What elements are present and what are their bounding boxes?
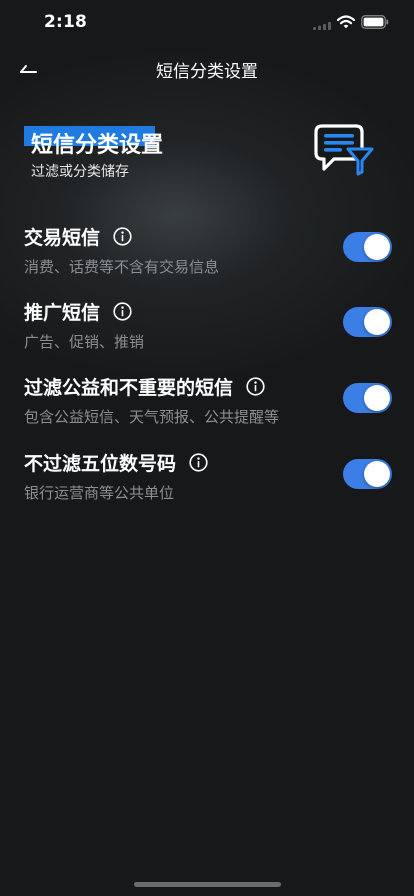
setting-description: 消费、话费等不含有交易信息 (24, 258, 220, 276)
setting-title-line: 推广短信 (24, 298, 132, 324)
toggle-knob (364, 234, 390, 260)
setting-description: 包含公益短信、天气预报、公共提醒等 (24, 408, 280, 426)
battery-icon (361, 15, 389, 29)
promotional-sms-toggle[interactable] (343, 307, 392, 337)
setting-title-line: 过滤公益和不重要的短信 (24, 373, 265, 399)
toggle-knob (364, 309, 390, 335)
info-icon[interactable] (113, 301, 132, 321)
screen: 2:18 短信分类设置 短信分类设置 过滤或分类储存 交易短信 消费、话费等不含… (0, 0, 414, 896)
setting-title: 交易短信 (24, 226, 101, 249)
info-icon[interactable] (246, 376, 265, 396)
hero-subtitle: 过滤或分类储存 (31, 164, 129, 180)
setting-description: 银行运营商等公共单位 (24, 484, 175, 502)
nav-title: 短信分类设置 (156, 62, 258, 82)
info-icon[interactable] (189, 452, 208, 472)
setting-title: 不过滤五位数号码 (24, 452, 177, 475)
cellular-signal-icon (313, 22, 331, 30)
wifi-icon (337, 15, 355, 29)
setting-row-transaction-sms: 交易短信 消费、话费等不含有交易信息 (0, 223, 414, 283)
sms-filter-icon (314, 124, 374, 176)
home-indicator[interactable] (134, 882, 281, 887)
toggle-knob (364, 385, 390, 411)
setting-title: 推广短信 (24, 301, 101, 324)
info-icon[interactable] (113, 226, 132, 246)
five-digit-numbers-toggle[interactable] (343, 459, 392, 489)
setting-row-promotional-sms: 推广短信 广告、促销、推销 (0, 298, 414, 358)
setting-title-line: 不过滤五位数号码 (24, 449, 208, 475)
setting-row-five-digit-numbers: 不过滤五位数号码 银行运营商等公共单位 (0, 449, 414, 509)
status-time: 2:18 (44, 12, 88, 32)
navigation-bar: 短信分类设置 (0, 46, 414, 90)
transaction-sms-toggle[interactable] (343, 232, 392, 262)
filter-unimportant-toggle[interactable] (343, 383, 392, 413)
setting-row-filter-unimportant: 过滤公益和不重要的短信 包含公益短信、天气预报、公共提醒等 (0, 373, 414, 433)
setting-title-line: 交易短信 (24, 223, 132, 249)
setting-title: 过滤公益和不重要的短信 (24, 376, 234, 399)
setting-description: 广告、促销、推销 (24, 333, 145, 351)
hero-title: 短信分类设置 (31, 133, 164, 158)
toggle-knob (364, 461, 390, 487)
status-bar: 2:18 (0, 0, 414, 46)
